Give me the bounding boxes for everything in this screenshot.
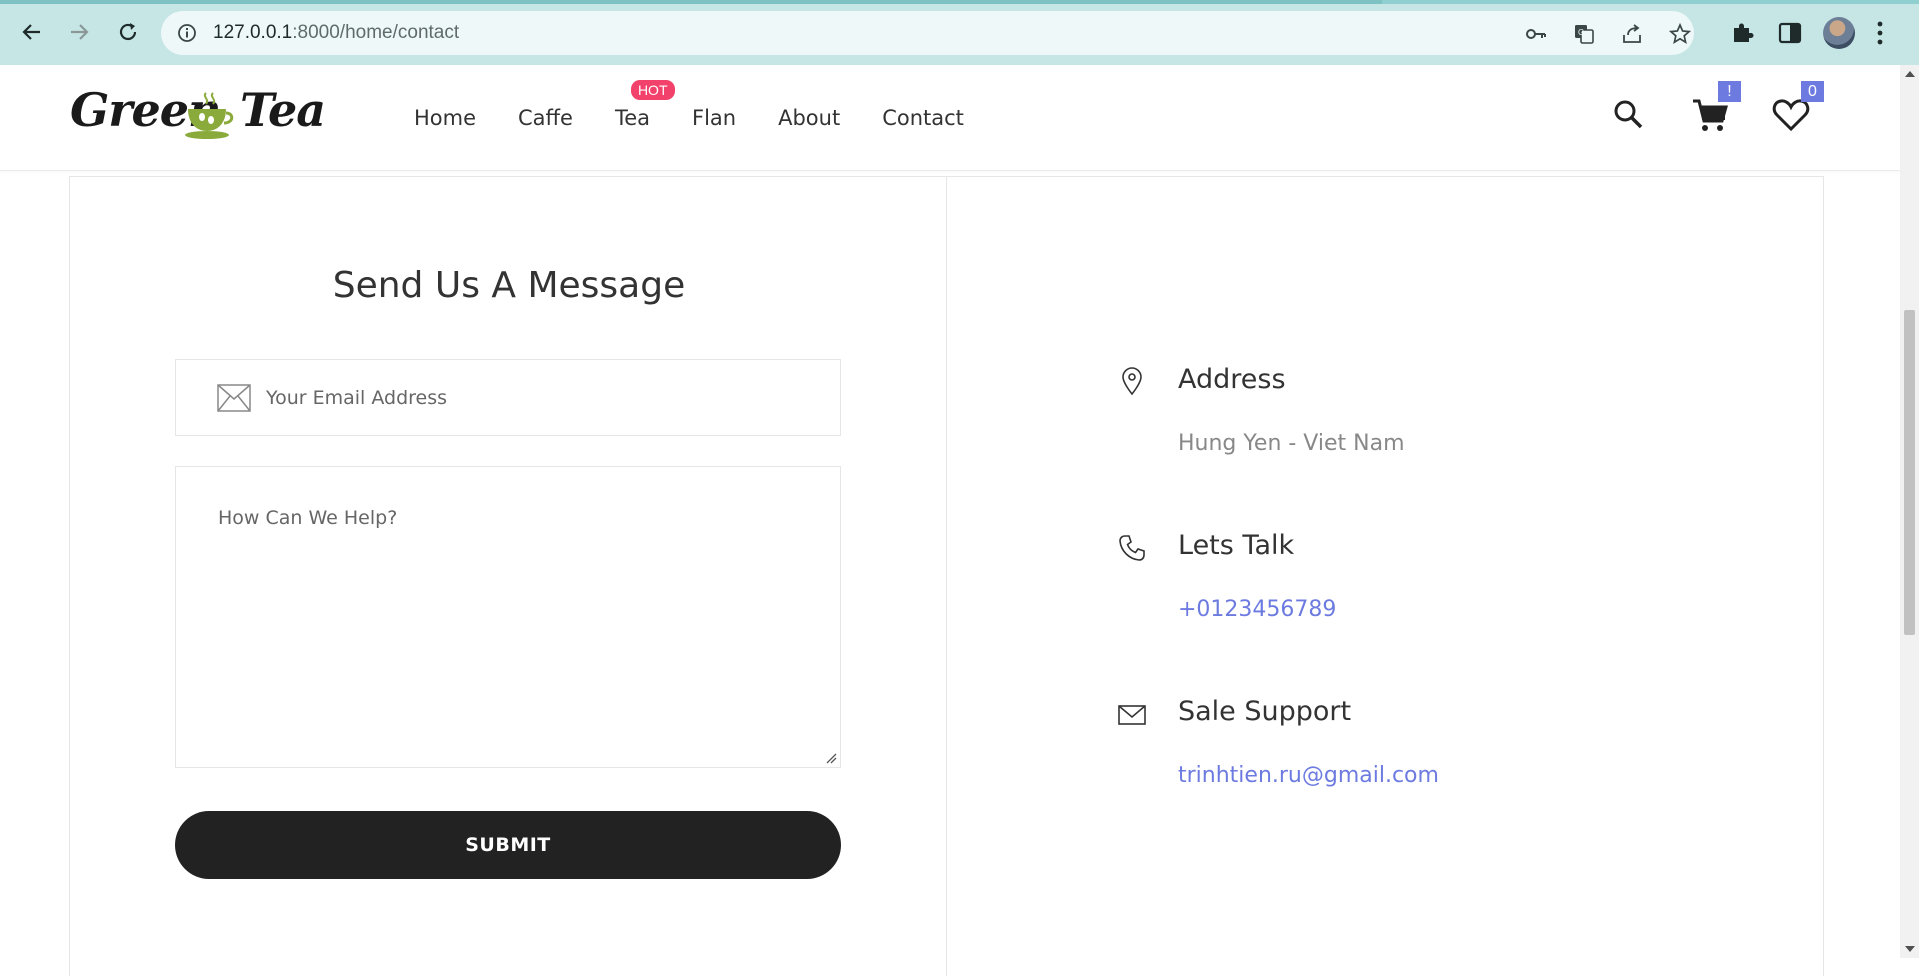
message-form-panel: Send Us A Message SUBMIT bbox=[69, 176, 947, 976]
tea-cup-icon bbox=[185, 92, 234, 139]
scroll-up-arrow-icon[interactable] bbox=[1905, 71, 1915, 77]
page-load-bar bbox=[0, 0, 1919, 4]
address-bar[interactable]: 127.0.0.1:8000/home/contact G bbox=[161, 11, 1694, 55]
hot-badge: HOT bbox=[630, 80, 675, 100]
mail-icon bbox=[1118, 705, 1146, 725]
menu-item-contact[interactable]: Contact bbox=[882, 106, 964, 136]
reload-button[interactable] bbox=[112, 16, 144, 48]
phone-icon bbox=[1119, 535, 1145, 561]
key-icon[interactable] bbox=[1525, 23, 1547, 45]
back-arrow-icon bbox=[22, 24, 40, 40]
message-textarea[interactable] bbox=[176, 467, 840, 767]
url-text: 127.0.0.1:8000/home/contact bbox=[213, 22, 460, 43]
menu-item-home[interactable]: Home bbox=[414, 106, 476, 136]
menu-item-about[interactable]: About bbox=[778, 106, 840, 136]
search-icon[interactable] bbox=[1609, 95, 1649, 135]
form-title: Send Us A Message bbox=[332, 265, 686, 306]
location-pin-icon bbox=[1122, 367, 1142, 396]
submit-button[interactable]: SUBMIT bbox=[175, 811, 841, 879]
reload-icon bbox=[119, 23, 137, 41]
browser-toolbar: 127.0.0.1:8000/home/contact G bbox=[0, 0, 1919, 65]
profile-avatar[interactable] bbox=[1823, 17, 1855, 49]
svg-text:G: G bbox=[1578, 28, 1584, 37]
menu-item-tea[interactable]: Tea HOT bbox=[614, 80, 675, 136]
forward-button[interactable] bbox=[63, 16, 95, 48]
logo-text-right: Tea bbox=[240, 83, 326, 137]
wishlist-button[interactable]: 0 bbox=[1771, 81, 1824, 135]
address-title: Address bbox=[1178, 364, 1286, 395]
menu-item-tea-label: Tea bbox=[614, 106, 650, 130]
support-email-link[interactable]: trinhtien.ru@gmail.com bbox=[1178, 763, 1439, 788]
resize-grip-icon[interactable] bbox=[825, 752, 837, 764]
forward-arrow-icon bbox=[71, 24, 89, 40]
main-menu: Home Caffe Tea HOT Flan About Contact bbox=[414, 80, 1006, 136]
menu-item-caffe[interactable]: Caffe bbox=[518, 106, 573, 136]
scroll-down-arrow-icon[interactable] bbox=[1905, 946, 1915, 952]
page-scrollbar[interactable] bbox=[1900, 65, 1919, 958]
side-panel-icon[interactable] bbox=[1777, 20, 1803, 46]
site-info-icon[interactable] bbox=[177, 23, 197, 43]
scroll-thumb[interactable] bbox=[1904, 310, 1915, 635]
share-icon[interactable] bbox=[1621, 23, 1643, 45]
browser-menu-icon[interactable] bbox=[1876, 19, 1884, 47]
extensions-puzzle-icon[interactable] bbox=[1730, 20, 1756, 46]
bookmark-star-icon[interactable] bbox=[1669, 23, 1691, 45]
cart-badge: ! bbox=[1718, 81, 1741, 102]
wishlist-count-badge: 0 bbox=[1801, 81, 1824, 102]
address-value: Hung Yen - Viet Nam bbox=[1178, 431, 1405, 456]
menu-item-flan[interactable]: Flan bbox=[692, 106, 736, 136]
envelope-icon bbox=[217, 384, 251, 412]
phone-title: Lets Talk bbox=[1178, 530, 1295, 561]
email-field[interactable] bbox=[175, 359, 841, 436]
site-header: Green Tea Home Caffe Tea HOT Flan About … bbox=[0, 65, 1900, 171]
cart-button[interactable]: ! bbox=[1690, 81, 1741, 135]
site-logo[interactable]: Green Tea bbox=[70, 83, 326, 155]
email-input[interactable] bbox=[266, 382, 806, 414]
back-button[interactable] bbox=[16, 16, 48, 48]
message-field[interactable] bbox=[175, 466, 841, 768]
phone-link[interactable]: +0123456789 bbox=[1178, 597, 1336, 622]
sale-support-title: Sale Support bbox=[1178, 696, 1352, 727]
contact-info-panel: Address Hung Yen - Viet Nam Lets Talk +0… bbox=[946, 176, 1824, 976]
translate-icon[interactable]: G bbox=[1573, 23, 1595, 45]
